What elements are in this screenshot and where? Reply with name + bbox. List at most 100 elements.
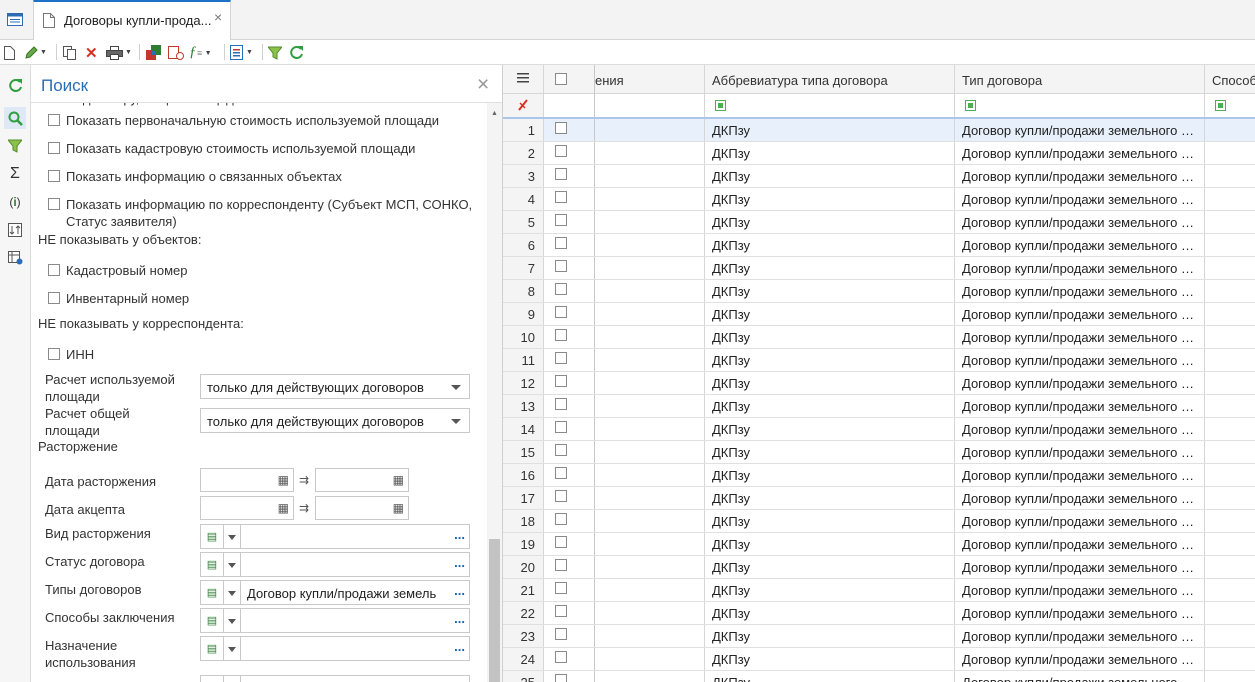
checkbox-initial-cost[interactable]: Показать первоначальную стоимость исполь… xyxy=(48,112,439,129)
checkbox[interactable] xyxy=(48,170,60,182)
row-checkbox-cell[interactable] xyxy=(544,648,595,670)
cell-contract-type[interactable]: Договор купли/продажи земельного участка xyxy=(955,280,1205,302)
row-checkbox-cell[interactable] xyxy=(544,418,595,440)
lookup-list-icon[interactable]: ▤ xyxy=(200,580,223,605)
cell-contract-type[interactable]: Договор купли/продажи земельного участка xyxy=(955,671,1205,682)
calendar-icon[interactable]: ▦ xyxy=(393,501,404,515)
search-side-button[interactable] xyxy=(4,107,26,129)
row-checkbox[interactable] xyxy=(555,421,567,433)
clear-filter-cell[interactable] xyxy=(503,94,544,117)
row-checkbox[interactable] xyxy=(555,651,567,663)
cell-method[interactable] xyxy=(1205,372,1255,394)
cell-abbreviation[interactable]: ДКПзу xyxy=(705,395,955,417)
table-row[interactable]: 13 ДКПзу Договор купли/продажи земельного … xyxy=(503,395,1255,418)
cell-method[interactable] xyxy=(1205,671,1255,682)
cell-contract-type[interactable]: Договор купли/продажи земельного участка xyxy=(955,234,1205,256)
row-checkbox-cell[interactable] xyxy=(544,464,595,486)
cell-abbreviation[interactable]: ДКПзу xyxy=(705,142,955,164)
row-checkbox-cell[interactable] xyxy=(544,119,595,141)
calendar-icon[interactable]: ▦ xyxy=(278,473,289,487)
cell-partial[interactable] xyxy=(595,372,705,394)
row-checkbox[interactable] xyxy=(555,306,567,318)
cell-partial[interactable] xyxy=(595,326,705,348)
lookup-list-icon[interactable] xyxy=(200,675,223,682)
cell-partial[interactable] xyxy=(595,671,705,682)
ellipsis-button[interactable]: ... xyxy=(454,611,465,626)
document-list-button[interactable]: ▼ xyxy=(230,44,253,61)
panel-close-icon[interactable]: × xyxy=(477,73,489,97)
cell-partial[interactable] xyxy=(595,142,705,164)
cell-method[interactable] xyxy=(1205,211,1255,233)
refresh-side-button[interactable] xyxy=(4,74,26,96)
table-row[interactable]: 22 ДКПзу Договор купли/продажи земельного … xyxy=(503,602,1255,625)
table-row[interactable]: 5 ДКПзу Договор купли/продажи земельного у… xyxy=(503,211,1255,234)
row-checkbox-cell[interactable] xyxy=(544,579,595,601)
row-checkbox-cell[interactable] xyxy=(544,441,595,463)
cell-method[interactable] xyxy=(1205,441,1255,463)
purpose-lookup[interactable]: ▤... xyxy=(200,636,470,661)
row-checkbox-cell[interactable] xyxy=(544,372,595,394)
cell-contract-type[interactable]: Договор купли/продажи земельного участка xyxy=(955,257,1205,279)
cell-contract-type[interactable]: Договор купли/продажи земельного участка xyxy=(955,510,1205,532)
cell-contract-type[interactable]: Договор купли/продажи земельного участка xyxy=(955,372,1205,394)
lookup-dropdown-button[interactable] xyxy=(223,675,241,682)
filter-cell-method[interactable] xyxy=(1205,94,1255,117)
table-row[interactable]: 12 ДКПзу Договор купли/продажи земельного … xyxy=(503,372,1255,395)
lookup-field[interactable] xyxy=(241,636,470,661)
app-menu-icon[interactable] xyxy=(4,8,26,30)
cell-method[interactable] xyxy=(1205,165,1255,187)
table-row[interactable]: 20 ДКПзу Договор купли/продажи земельного … xyxy=(503,556,1255,579)
checkbox[interactable] xyxy=(48,292,60,304)
cell-partial[interactable] xyxy=(595,510,705,532)
cell-contract-type[interactable]: Договор купли/продажи земельного участка xyxy=(955,441,1205,463)
row-checkbox-cell[interactable] xyxy=(544,533,595,555)
filter-cell-contract-type[interactable] xyxy=(955,94,1205,117)
cell-method[interactable] xyxy=(1205,119,1255,141)
lookup-dropdown-button[interactable] xyxy=(223,524,241,549)
new-document-button[interactable] xyxy=(4,44,15,61)
cell-method[interactable] xyxy=(1205,326,1255,348)
row-checkbox[interactable] xyxy=(555,674,567,682)
row-checkbox-cell[interactable] xyxy=(544,165,595,187)
lookup-field[interactable] xyxy=(241,675,470,682)
table-row[interactable]: 23 ДКПзу Договор купли/продажи земельного … xyxy=(503,625,1255,648)
edit-button[interactable]: ▼ xyxy=(24,44,47,61)
lookup-field[interactable] xyxy=(241,552,470,577)
cell-abbreviation[interactable]: ДКПзу xyxy=(705,372,955,394)
row-checkbox-cell[interactable] xyxy=(544,188,595,210)
export-button[interactable] xyxy=(146,44,162,61)
table-row[interactable]: 3 ДКПзу Договор купли/продажи земельного у… xyxy=(503,165,1255,188)
table-row[interactable]: 19 ДКПзу Договор купли/продажи земельного … xyxy=(503,533,1255,556)
row-checkbox-cell[interactable] xyxy=(544,487,595,509)
cell-method[interactable] xyxy=(1205,487,1255,509)
row-checkbox[interactable] xyxy=(555,559,567,571)
cell-contract-type[interactable]: Договор купли/продажи земельного участка xyxy=(955,188,1205,210)
cell-method[interactable] xyxy=(1205,418,1255,440)
contract-status-lookup[interactable]: ▤... xyxy=(200,552,470,577)
cell-method[interactable] xyxy=(1205,648,1255,670)
row-checkbox-cell[interactable] xyxy=(544,280,595,302)
checkbox-related-objects[interactable]: Показать информацию о связанных объектах xyxy=(48,168,342,185)
filter-cell-abbreviation[interactable] xyxy=(705,94,955,117)
row-checkbox-cell[interactable] xyxy=(544,625,595,647)
row-checkbox[interactable] xyxy=(555,122,567,134)
cell-abbreviation[interactable]: ДКПзу xyxy=(705,257,955,279)
copy-button[interactable] xyxy=(63,44,76,61)
filter-cell-partial[interactable] xyxy=(595,94,705,117)
sort-side-button[interactable] xyxy=(4,219,26,241)
cell-partial[interactable] xyxy=(595,533,705,555)
column-header-abbreviation[interactable]: Аббревиатура типа договора xyxy=(705,65,955,94)
checkbox-inn[interactable]: ИНН xyxy=(48,346,94,363)
cell-abbreviation[interactable]: ДКПзу xyxy=(705,464,955,486)
row-checkbox[interactable] xyxy=(555,168,567,180)
table-row[interactable]: 8 ДКПзу Договор купли/продажи земельного у… xyxy=(503,280,1255,303)
row-checkbox[interactable] xyxy=(555,398,567,410)
column-header-method[interactable]: Способ xyxy=(1205,65,1255,94)
cell-abbreviation[interactable]: ДКПзу xyxy=(705,556,955,578)
cell-partial[interactable] xyxy=(595,188,705,210)
table-row[interactable]: 15 ДКПзу Договор купли/продажи земельного … xyxy=(503,441,1255,464)
ellipsis-button[interactable]: ... xyxy=(454,639,465,654)
checkbox[interactable] xyxy=(48,114,60,126)
ellipsis-button[interactable]: ... xyxy=(454,583,465,598)
scrollbar-thumb[interactable] xyxy=(489,539,500,682)
